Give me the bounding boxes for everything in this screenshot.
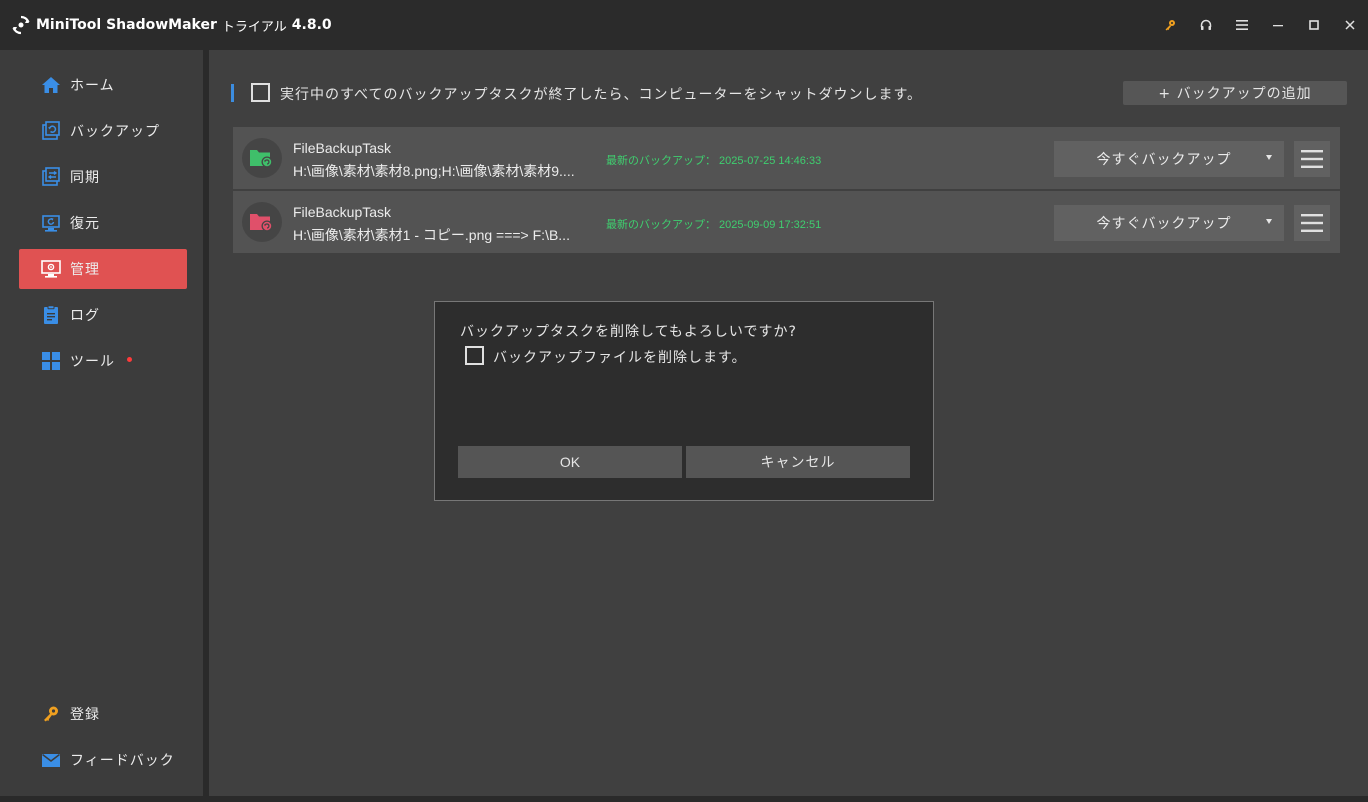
delete-backup-files-label: バックアップファイルを削除します。 (493, 350, 747, 366)
task-latest-backup: 最新のバックアップ： 2025-09-09 17:32:51 (606, 219, 822, 231)
log-icon (41, 305, 61, 325)
tools-icon (41, 351, 61, 371)
license-key-button[interactable] (1152, 0, 1188, 50)
manage-icon (41, 259, 61, 279)
task-icon (242, 138, 282, 178)
sidebar-item-label: バックアップ (70, 124, 160, 140)
title-bar: MiniTool ShadowMaker トライアル 4.8.0 (0, 0, 1368, 50)
backup-now-label: 今すぐバックアップ (1096, 152, 1232, 168)
minimize-icon (1273, 25, 1283, 27)
app-logo-icon (11, 15, 31, 35)
key-icon (1165, 20, 1175, 31)
hamburger-icon (1301, 214, 1323, 232)
window-bottom-border (0, 796, 1368, 802)
support-button[interactable] (1188, 0, 1224, 50)
section-accent-bar (231, 84, 234, 102)
task-menu-button[interactable] (1294, 205, 1330, 241)
headset-icon (1200, 19, 1212, 30)
app-edition: トライアル (221, 19, 287, 35)
sync-icon (41, 167, 61, 187)
sidebar-item-sync[interactable]: 同期 (19, 157, 187, 197)
hamburger-icon (1236, 20, 1248, 30)
window-controls (1152, 0, 1368, 50)
sidebar-item-home[interactable]: ホーム (19, 65, 187, 105)
delete-task-dialog: バックアップタスクを削除してもよろしいですか? バックアップファイルを削除します… (434, 301, 934, 501)
app-version: 4.8.0 (291, 17, 332, 33)
close-button[interactable] (1332, 0, 1368, 50)
shutdown-label: 実行中のすべてのバックアップタスクが終了したら、コンピューターをシャットダウンし… (280, 87, 923, 103)
sidebar-item-label: 同期 (70, 170, 100, 186)
restore-icon (41, 213, 61, 233)
backup-icon (41, 121, 61, 141)
notification-dot (127, 356, 132, 362)
ok-button[interactable]: OK (458, 446, 682, 478)
cancel-button[interactable]: キャンセル (686, 446, 910, 478)
sidebar-item-label: ホーム (70, 78, 115, 94)
backup-now-button[interactable]: 今すぐバックアップ (1054, 141, 1284, 177)
dialog-question: バックアップタスクを削除してもよろしいですか? (460, 324, 797, 340)
sidebar-item-label: 復元 (70, 216, 100, 232)
sidebar-item-label: 管理 (70, 262, 100, 278)
sidebar-item-label: ツール (70, 354, 115, 370)
app-name: MiniTool ShadowMaker (36, 17, 217, 33)
sidebar-item-label: ログ (70, 308, 100, 324)
backup-now-button[interactable]: 今すぐバックアップ (1054, 205, 1284, 241)
key-icon (41, 704, 61, 724)
add-backup-button[interactable]: + バックアップの追加 (1123, 81, 1347, 105)
dropdown-arrow-icon[interactable] (1266, 155, 1272, 160)
sidebar-item-log[interactable]: ログ (19, 295, 187, 335)
shutdown-checkbox[interactable] (251, 83, 270, 102)
close-icon (1345, 20, 1355, 30)
task-icon (242, 202, 282, 242)
task-path: H:\画像\素材\素材1 - コピー.png ===> F:\B... (293, 227, 570, 243)
maximize-button[interactable] (1296, 0, 1332, 50)
delete-backup-files-checkbox[interactable] (465, 346, 484, 365)
folder-backup-icon (250, 214, 273, 232)
folder-backup-icon (250, 150, 273, 168)
sidebar-item-manage[interactable]: 管理 (19, 249, 187, 289)
sidebar-item-restore[interactable]: 復元 (19, 203, 187, 243)
hamburger-icon (1301, 150, 1323, 168)
minimize-button[interactable] (1260, 0, 1296, 50)
sidebar-item-backup[interactable]: バックアップ (19, 111, 187, 151)
task-name: FileBackupTask (293, 204, 392, 220)
backup-now-label: 今すぐバックアップ (1096, 216, 1232, 232)
sidebar-item-register[interactable]: 登録 (19, 694, 187, 734)
dropdown-arrow-icon[interactable] (1266, 219, 1272, 224)
sidebar-item-tools[interactable]: ツール (19, 341, 187, 381)
task-menu-button[interactable] (1294, 141, 1330, 177)
task-name: FileBackupTask (293, 140, 392, 156)
sidebar-item-label: 登録 (70, 707, 100, 723)
sidebar-item-feedback[interactable]: フィードバック (19, 740, 187, 780)
home-icon (41, 75, 61, 95)
sidebar-item-label: フィードバック (70, 753, 175, 769)
mail-icon (41, 750, 61, 770)
maximize-icon (1309, 20, 1319, 30)
task-row: FileBackupTask H:\画像\素材\素材8.png;H:\画像\素材… (233, 127, 1340, 189)
task-latest-backup: 最新のバックアップ： 2025-07-25 14:46:33 (606, 155, 822, 167)
task-row: FileBackupTask H:\画像\素材\素材1 - コピー.png ==… (233, 191, 1340, 253)
task-path: H:\画像\素材\素材8.png;H:\画像\素材\素材9.... (293, 163, 575, 179)
main-menu-button[interactable] (1224, 0, 1260, 50)
